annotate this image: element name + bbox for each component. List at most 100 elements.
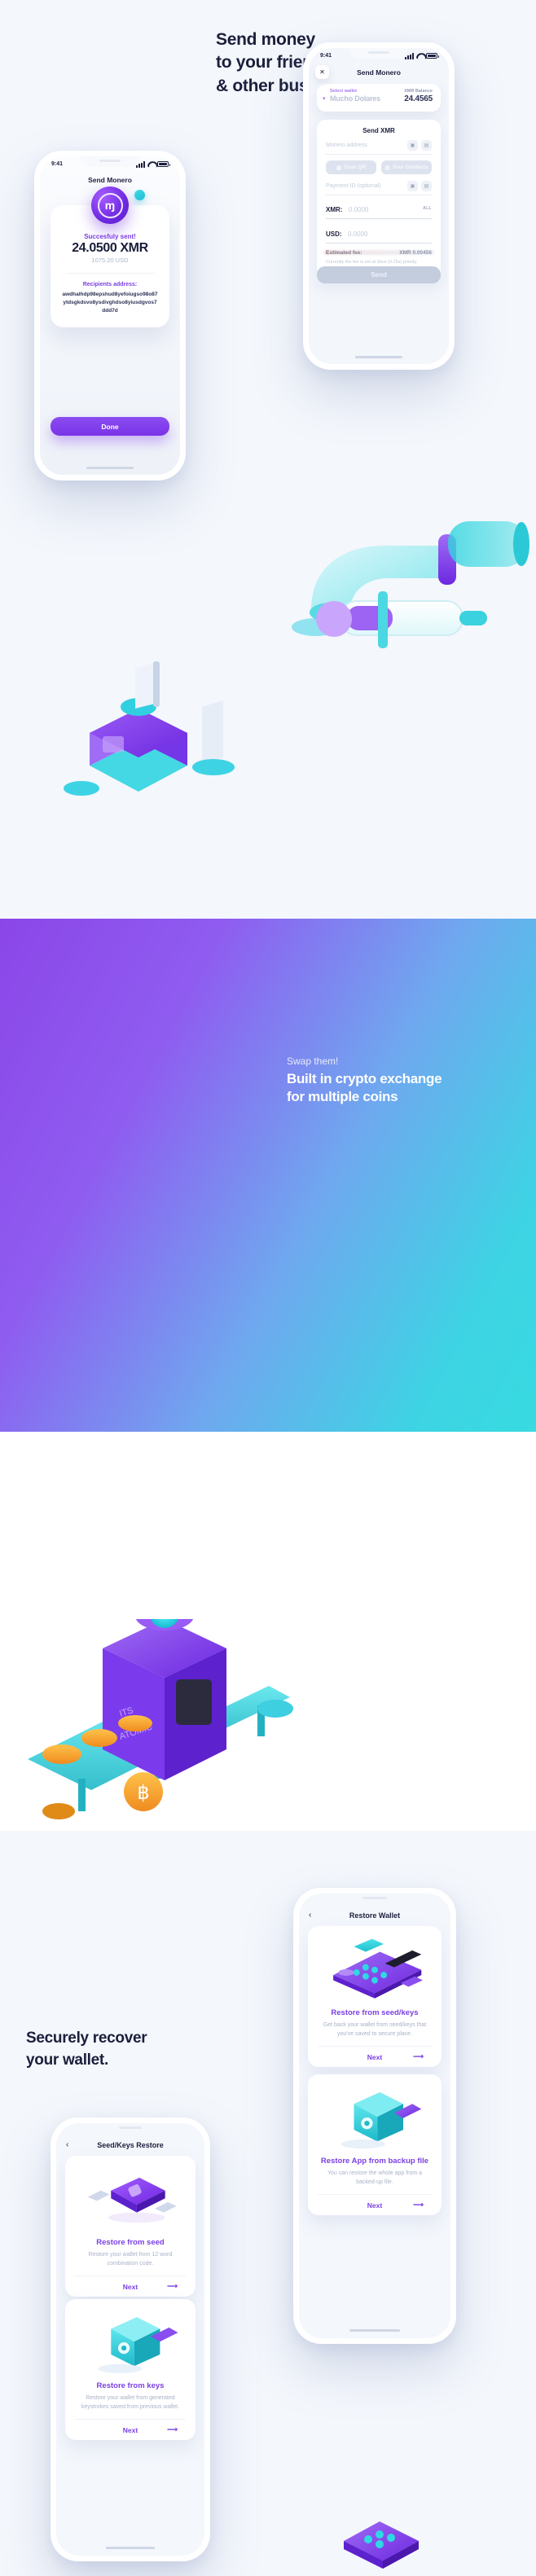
chevron-down-icon: ▾ [323,96,326,102]
input-helper-buttons: ▣ Scan QR ▤ Your Contacts [326,160,432,174]
payment-id-field-row: Payment ID (optional) ▣ ▤ [326,181,432,195]
next-button[interactable]: Next ⟶ [75,2275,186,2297]
xmr-amount-row: XMR: 0.0000 ALL [326,201,432,219]
recipient-label: Recipients address: [82,282,138,287]
exchange-section: 9:41 Exchange Coins [0,919,536,1831]
restore-card-title: Restore from seed/keys [331,2008,419,2017]
back-icon[interactable]: ‹ [66,2140,68,2149]
your-contacts-label: Your Contacts [392,165,428,170]
home-indicator [86,467,134,469]
address-field-row: Monero address ▣ ▤ [326,140,432,155]
safe-box-illustration [340,2091,422,2149]
address-input[interactable]: Monero address [326,143,367,148]
contacts-icon[interactable]: ▤ [421,181,432,191]
next-label: Next [367,2201,383,2210]
obscured-row [323,250,434,255]
contacts-icon: ▤ [384,165,390,171]
status-bar: 9:41 [309,48,449,59]
restore-card-title: Restore App from backup file [320,2157,429,2166]
usd-label: USD: [326,230,342,238]
restore-card-title: Restore from keys [96,2381,165,2390]
status-time: 9:41 [320,53,332,59]
recipient-address: awdhalhdp98epshud8yefoiugso98o87ytdsgkds… [62,292,158,314]
next-button[interactable]: Next ⟶ [318,2046,432,2067]
page-title: Restore Wallet [349,1911,401,1920]
restore-card-title: Restore from seed [96,2238,165,2247]
send-money-section: Send money to your friends & other busin… [0,0,536,919]
send-card-title: Send XMR [362,127,395,134]
scan-qr-button[interactable]: ▣ Scan QR [326,160,376,174]
payment-id-input[interactable]: Payment ID (optional) [326,183,381,189]
usd-amount-row: USD: 0.0000 [326,226,432,244]
accent-dot [134,190,145,200]
battery-icon [157,161,170,168]
signal-icon [136,161,145,168]
monero-logo-icon: ɱ [91,187,129,224]
next-label: Next [367,2052,383,2061]
phone-send-success: 9:41 Send Monero ɱ Succesfuly sent! 24.0… [34,151,186,481]
qr-scan-icon: ▣ [336,165,342,171]
restore-card-body: You can restore the whole app from a bac… [327,2170,423,2186]
restore-card-backup-file: Restore App from backup file You can res… [308,2074,442,2216]
home-indicator [355,356,402,358]
qr-scan-icon[interactable]: ▣ [407,140,418,151]
phone-seed-keys-restore: ‹ Seed/Keys Restore Restore from seed Re… [51,2117,210,2561]
usd-amount-input[interactable]: 0.0000 [348,230,367,238]
page-title: Send Monero [88,176,132,184]
success-label: Succesfuly sent! [84,233,136,240]
wifi-icon [416,53,424,59]
status-bar: 9:41 [40,156,180,168]
next-button[interactable]: Next ⟶ [318,2194,432,2215]
section3-headline-line-2: your wallet. [26,2051,108,2069]
status-time: 9:41 [51,161,64,168]
next-label: Next [122,2425,138,2434]
decorative-keypad-illustration [344,2521,419,2569]
wallet-selector[interactable]: ▾ Select wallet Mucho Dolares XMR Balanc… [317,84,441,112]
home-indicator [106,2547,155,2549]
contacts-icon[interactable]: ▤ [421,140,432,151]
swap-headline: Built in crypto exchange for multiple co… [287,1070,442,1106]
send-form-card: Send XMR Monero address ▣ ▤ ▣ Scan QR ▤ [317,120,441,282]
arrow-right-icon: ⟶ [413,2201,424,2210]
keys-safe-illustration [98,2317,178,2373]
gradient-backdrop [0,919,536,1432]
seed-card-illustration [87,2177,177,2223]
phone-send-form: 9:41 Send Monero ✕ ▾ Select wallet Mucho… [303,42,455,370]
arrow-right-icon: ⟶ [167,2425,178,2434]
back-icon[interactable]: ‹ [309,1911,311,1920]
restore-card-body: Restore your wallet from 12 word combina… [88,2252,173,2267]
decorative-syringe-illustration [316,591,487,648]
notch [343,1894,406,1904]
balance-value: 24.4565 [404,94,433,103]
restore-card-seed: Restore from seed Restore your wallet fr… [65,2156,196,2297]
restore-card-body: Get back your wallet from seed/keys that… [323,2022,427,2038]
svg-text:฿: ฿ [137,1782,149,1804]
amount-usd: 1075.20 USD [91,257,129,264]
balance-label: XMR Balance [404,89,433,94]
restore-card-body: Restore your wallet from generated keyst… [81,2395,180,2411]
scan-qr-label: Scan QR [344,165,367,170]
all-button[interactable]: ALL [423,206,432,211]
section3-headline-line-1: Securely recover [26,2030,147,2047]
swap-copy: Swap them! Built in crypto exchange for … [287,1055,442,1106]
send-button[interactable]: Send [317,266,441,283]
phone-restore-wallet: ‹ Restore Wallet Restore from seed/keys [293,1888,456,2344]
home-indicator [349,2329,400,2332]
xmr-label: XMR: [326,206,343,213]
done-button[interactable]: Done [51,417,169,436]
close-icon[interactable]: ✕ [315,65,329,79]
swap-kicker: Swap them! [287,1055,339,1067]
your-contacts-button[interactable]: ▤ Your Contacts [381,160,432,174]
next-label: Next [122,2282,138,2291]
section3-headline: Securely recover your wallet. [26,2028,147,2071]
next-button[interactable]: Next ⟶ [75,2419,186,2440]
amount-value: 24.0500 XMR [72,241,148,255]
xmr-amount-input[interactable]: 0.0000 [349,206,368,213]
swap-headline-line-1: Built in crypto exchange [287,1071,442,1086]
notch [99,2123,161,2134]
monero-glyph: ɱ [97,192,123,218]
signal-icon [405,53,414,59]
qr-scan-icon[interactable]: ▣ [407,181,418,191]
divider [65,273,155,274]
page-title: Send Monero [357,68,401,77]
